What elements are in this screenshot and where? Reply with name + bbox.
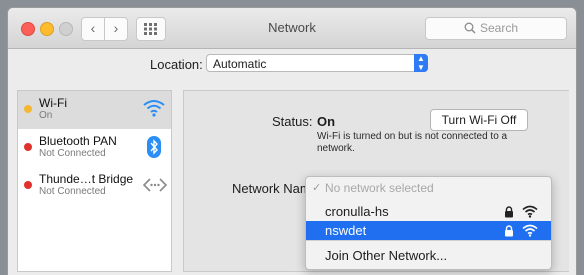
menu-item-network[interactable]: cronulla-hs (306, 202, 551, 221)
close-button[interactable] (21, 22, 35, 36)
search-placeholder: Search (480, 21, 519, 35)
menu-item-label: cronulla-hs (325, 204, 389, 219)
wifi-signal-icon (522, 205, 538, 218)
status-value: On (317, 114, 336, 129)
show-all-button[interactable] (136, 17, 166, 41)
menu-item-label: Join Other Network... (325, 248, 448, 263)
service-name: Bluetooth PAN (39, 134, 117, 148)
status-dot (24, 105, 32, 113)
status-label: Status: (272, 114, 313, 129)
lock-icon (505, 206, 513, 218)
forward-button[interactable]: › (104, 17, 128, 41)
location-select[interactable]: Automatic ▲ ▼ (206, 54, 428, 72)
service-item-thunderbolt-bridge[interactable]: Thunde…t Bridge Not Connected (18, 167, 171, 205)
service-status: On (39, 110, 53, 121)
menu-item-no-network: ✓ No network selected (306, 179, 551, 198)
menu-item-network-highlighted[interactable]: nswdet (306, 221, 551, 240)
lock-icon (505, 225, 513, 237)
wifi-icon (143, 100, 165, 117)
chevron-right-icon: › (113, 20, 119, 36)
service-status: Not Connected (39, 186, 106, 197)
service-item-bluetooth-pan[interactable]: Bluetooth PAN Not Connected (18, 129, 171, 167)
grid-icon (144, 23, 157, 35)
status-dot (24, 181, 32, 189)
menu-item-label: nswdet (325, 223, 367, 238)
updown-arrows-icon: ▲ ▼ (414, 54, 428, 72)
service-status: Not Connected (39, 148, 106, 159)
menu-item-label: No network selected (325, 181, 434, 195)
thunderbolt-bridge-icon (143, 178, 167, 192)
service-list: Wi-Fi On Bluetooth PAN Not Connected Thu… (17, 90, 172, 272)
network-name-menu: ✓ No network selected cronulla-hs nswdet (305, 176, 552, 270)
menu-item-join-other[interactable]: Join Other Network... (306, 246, 551, 265)
zoom-button[interactable] (59, 22, 73, 36)
location-value: Automatic (213, 57, 267, 71)
service-name: Wi-Fi (39, 96, 67, 110)
status-description: Wi-Fi is turned on but is not connected … (317, 131, 508, 154)
search-field[interactable]: Search (425, 17, 567, 40)
back-button[interactable]: ‹ (81, 17, 105, 41)
location-label: Location: (150, 57, 203, 72)
checkmark-icon: ✓ (312, 182, 322, 194)
bluetooth-icon (147, 136, 161, 158)
service-name: Thunde…t Bridge (39, 172, 134, 186)
turn-wifi-off-button[interactable]: Turn Wi-Fi Off (430, 109, 528, 131)
chevron-left-icon: ‹ (90, 20, 96, 36)
network-preferences-window: ‹ › Network Search Location: Automatic ▲… (8, 8, 576, 275)
status-dot (24, 143, 32, 151)
title-bar: ‹ › Network Search (8, 8, 576, 49)
minimize-button[interactable] (40, 22, 54, 36)
wifi-signal-icon (522, 224, 538, 237)
search-icon (464, 22, 476, 34)
menu-separator (306, 240, 551, 241)
service-item-wifi[interactable]: Wi-Fi On (18, 91, 171, 129)
